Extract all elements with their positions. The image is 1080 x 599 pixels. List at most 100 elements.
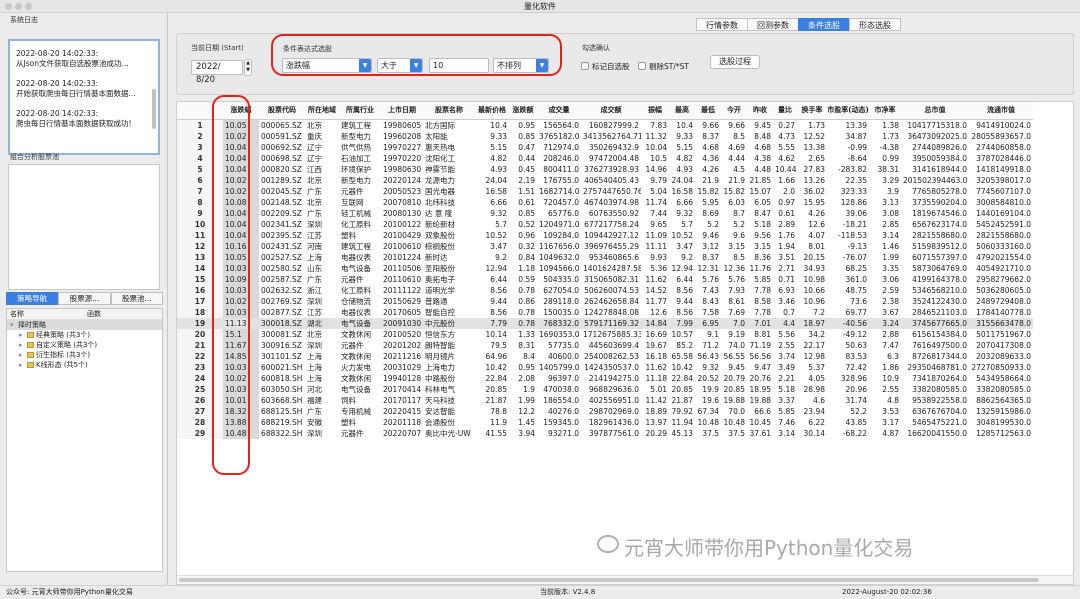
table-cell[interactable]: 20110506 (381, 263, 423, 274)
table-cell[interactable]: 5.56 (773, 329, 797, 340)
table-cell[interactable]: 明月镜片 (423, 351, 475, 362)
table-cell[interactable]: 19970227 (381, 142, 423, 153)
table-cell[interactable]: 16.58 (669, 186, 695, 197)
table-cell[interactable]: 3.14 (773, 428, 797, 439)
table-cell[interactable]: 奥比中光-UW (423, 428, 475, 439)
table-cell[interactable]: 002580.SZ (259, 263, 305, 274)
table-cell[interactable]: 20070810 (381, 197, 423, 208)
table-cell[interactable]: 78.8 (475, 406, 509, 417)
tab-quote-params[interactable]: 行情参数 (696, 18, 748, 31)
tree-item[interactable]: ▸ 经典策略 (共3个) (7, 330, 162, 340)
table-cell[interactable]: 97472004.48 (581, 153, 641, 164)
table-cell[interactable]: 建筑工程 (339, 119, 381, 131)
table-cell[interactable]: 20170605 (381, 307, 423, 318)
table-cell[interactable]: 4.93 (475, 164, 509, 175)
table-cell[interactable]: 603668.SH (259, 395, 305, 406)
table-cell[interactable]: 16.69 (641, 329, 669, 340)
table-cell[interactable]: 328.96 (827, 373, 869, 384)
table-cell[interactable]: 安达智能 (423, 406, 475, 417)
table-cell[interactable]: 150035.0 (537, 307, 581, 318)
horizontal-scrollbar[interactable] (177, 575, 1073, 584)
table-cell[interactable]: 2.38 (869, 296, 901, 307)
table-cell[interactable]: 4.82 (475, 153, 509, 164)
table-cell[interactable]: 5.18 (747, 219, 773, 230)
table-row[interactable]: 22 14.85 301101.SZ 上海 文教休闲 20211216 明月镜片 64.96 8… (177, 350, 1033, 362)
table-cell[interactable]: 13.97 (641, 417, 669, 428)
table-cell[interactable]: 20150629 (381, 296, 423, 307)
table-cell[interactable]: 323.33 (827, 186, 869, 197)
table-cell[interactable]: 元器件 (339, 186, 381, 197)
table-cell[interactable]: 19940128 (381, 373, 423, 384)
table-cell[interactable]: 会通股份 (423, 417, 475, 428)
table-cell[interactable]: 11.9 (475, 417, 509, 428)
table-cell[interactable]: 34.93 (797, 263, 827, 274)
table-cell[interactable]: 4054921710.0 (969, 263, 1033, 274)
column-header[interactable]: 上市日期 (381, 102, 423, 120)
table-cell[interactable]: 1405799.0 (537, 362, 581, 373)
table-cell[interactable]: 0.78 (509, 285, 537, 296)
table-cell[interactable]: 3.94 (509, 428, 537, 439)
table-cell[interactable]: 2.21 (773, 373, 797, 384)
table-cell[interactable]: 北纬科技 (423, 197, 475, 208)
table-cell[interactable]: -68.22 (827, 428, 869, 439)
table-cell[interactable]: 8.43 (695, 296, 721, 307)
table-cell[interactable]: 18.95 (747, 384, 773, 395)
table-cell[interactable]: 361.0 (827, 274, 869, 285)
table-cell[interactable]: 广东 (305, 274, 339, 285)
tree-root[interactable]: ▾ 择时策略 (7, 320, 162, 330)
column-header[interactable]: 流通市值 (969, 102, 1033, 120)
table-cell[interactable]: 22.17 (797, 340, 827, 351)
table-cell[interactable]: 176755.0 (537, 175, 581, 186)
table-cell[interactable]: 10.57 (669, 329, 695, 340)
table-cell[interactable]: 600021.SH (259, 362, 305, 373)
table-cell[interactable]: 上海 (305, 373, 339, 384)
table-cell[interactable]: 8.36 (747, 252, 773, 263)
table-cell[interactable]: 579171169.32 (581, 317, 641, 329)
table-cell[interactable]: 4.48 (747, 164, 773, 175)
table-cell[interactable]: 8.47 (747, 208, 773, 219)
table-cell[interactable]: 深圳 (305, 296, 339, 307)
table-cell[interactable]: 湖北 (305, 317, 339, 329)
table-cell[interactable]: 69.77 (827, 307, 869, 318)
table-cell[interactable]: 8726817344.0 (901, 351, 969, 362)
table-cell[interactable]: 10.5 (641, 153, 669, 164)
table-cell[interactable]: 109284.0 (537, 230, 581, 241)
table-cell[interactable]: 262462658.84 (581, 296, 641, 307)
table-cell[interactable]: 0.44 (509, 153, 537, 164)
table-cell[interactable]: 1690353.0 (537, 329, 581, 340)
table-cell[interactable]: 9538922558.0 (901, 395, 969, 406)
table-cell[interactable]: 4.69 (721, 142, 747, 153)
table-cell[interactable]: 20201118 (381, 417, 423, 428)
table-cell[interactable]: 1.86 (869, 362, 901, 373)
table-cell[interactable]: 11.11 (641, 241, 669, 252)
table-cell[interactable]: -76.07 (827, 252, 869, 263)
table-cell[interactable]: 0.45 (509, 164, 537, 175)
table-row[interactable]: 26 10.01 603668.SH 福建 饲料 20170117 天马科技 21.87 1.9… (177, 394, 1033, 406)
table-cell[interactable]: 1440169104.0 (969, 208, 1033, 219)
table-cell[interactable]: 4.6 (797, 395, 827, 406)
column-header[interactable]: 昨收 (747, 102, 773, 120)
table-cell[interactable]: 20080130 (381, 208, 423, 219)
table-row[interactable]: 2 10.02 000591.SZ 重庆 新型电力 19960208 太阳能 9.33 0.85… (177, 130, 1033, 142)
table-cell[interactable]: 中元股份 (423, 317, 475, 329)
table-cell[interactable]: 10.42 (475, 362, 509, 373)
table-cell[interactable]: 20100122 (381, 219, 423, 230)
table-row[interactable]: 24 10.02 600818.SH 上海 文教休闲 19940128 中路股份 22.84 2… (177, 372, 1033, 384)
table-cell[interactable]: 9.79 (641, 175, 669, 186)
table-cell[interactable]: 互联网 (339, 197, 381, 208)
table-cell[interactable]: 002632.SZ (259, 285, 305, 296)
table-cell[interactable]: 10.4 (669, 119, 695, 131)
table-cell[interactable]: 9.45 (747, 119, 773, 131)
table-cell[interactable]: 1.76 (773, 230, 797, 241)
table-row[interactable]: 21 11.67 300916.SZ 深圳 元器件 20201202 朗特智能 79.5 8.3… (177, 339, 1033, 351)
table-cell[interactable]: 74.0 (721, 340, 747, 351)
table-cell[interactable]: 16620041550.0 (901, 428, 969, 439)
column-header[interactable]: 换手率 (797, 102, 827, 120)
table-cell[interactable]: 56.56 (747, 351, 773, 362)
table-cell[interactable]: 11.77 (641, 296, 669, 307)
table-cell[interactable]: 上海电力 (423, 362, 475, 373)
table-cell[interactable]: 300081.SZ (259, 329, 305, 340)
table-cell[interactable]: 普路通 (423, 296, 475, 307)
table-cell[interactable]: 350269432.9 (581, 142, 641, 153)
table-cell[interactable]: 002148.SZ (259, 197, 305, 208)
